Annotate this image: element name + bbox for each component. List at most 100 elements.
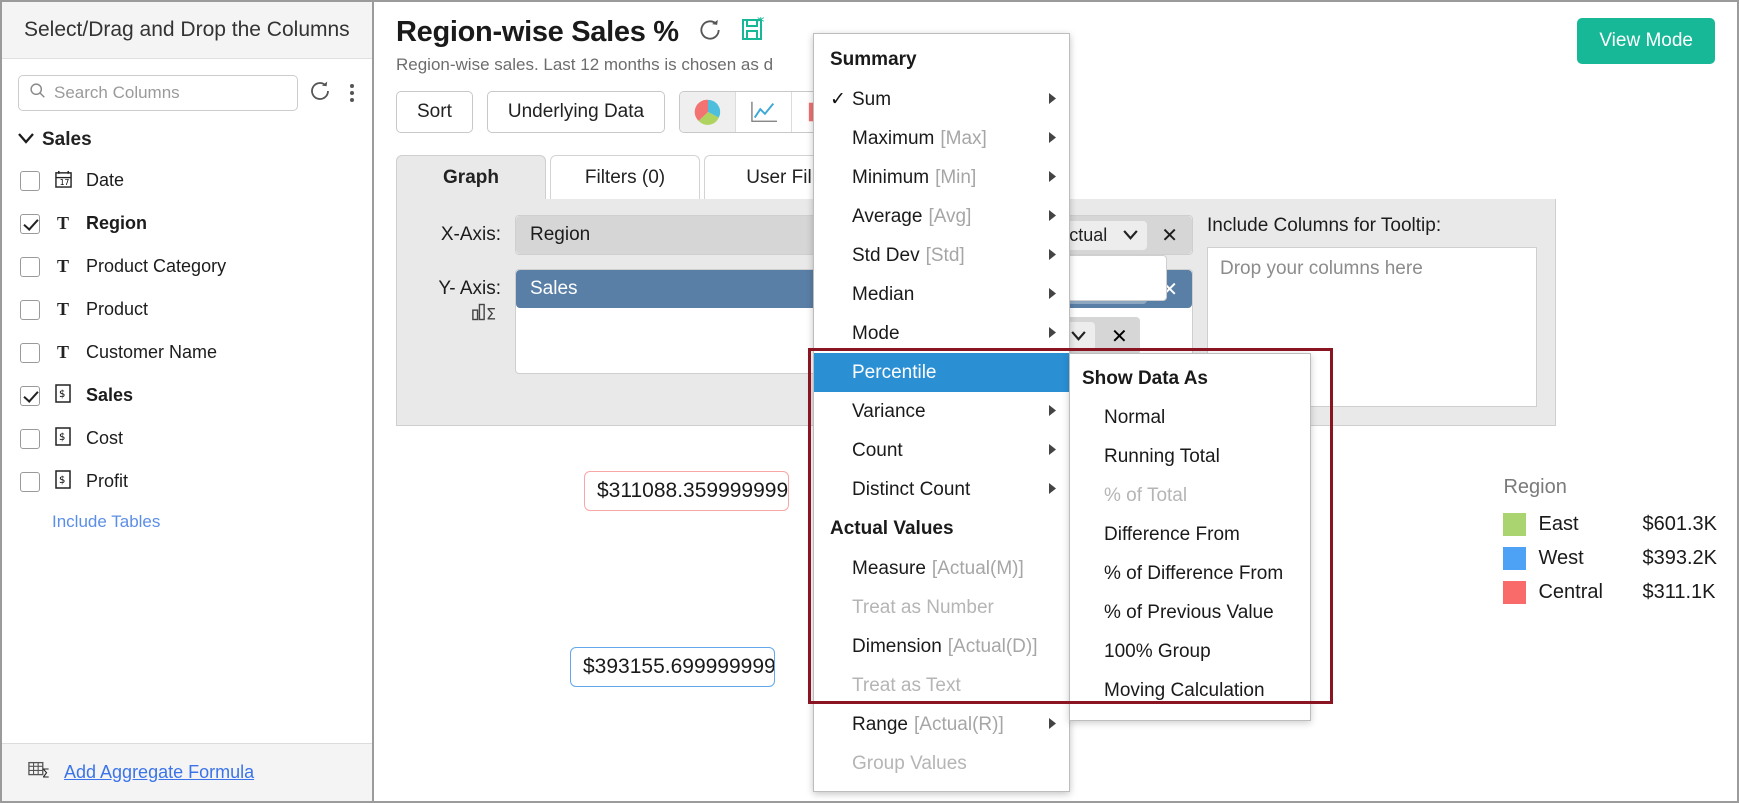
column-checkbox[interactable] [20,385,40,406]
view-mode-button[interactable]: View Mode [1577,18,1715,64]
menu-item-average[interactable]: Average [Avg] [814,197,1069,236]
chevron-right-icon [1048,209,1057,225]
column-checkbox[interactable] [20,342,40,363]
chevron-right-icon [1048,326,1057,342]
column-item[interactable]: $ Sales [2,374,372,417]
show-data-as-submenu[interactable]: Show Data As Normal Running Total % of Tot… [1069,353,1311,721]
underlying-data-button[interactable]: Underlying Data [486,91,666,133]
submenu-item-label: Running Total [1104,445,1220,467]
column-group-sales[interactable]: Sales [2,117,372,159]
svg-text:Σ: Σ [42,766,50,780]
refresh-icon[interactable] [308,79,332,108]
submenu-item-of-previous-value[interactable]: % of Previous Value [1070,593,1310,632]
menu-item-label: Measure [Actual(M)] [852,557,1024,579]
submenu-item-moving-calculation[interactable]: Moving Calculation [1070,671,1310,710]
column-type-icon: T [56,213,69,233]
submenu-item-label: % of Previous Value [1104,601,1274,623]
column-checkbox[interactable] [20,170,40,191]
menu-item-minimum[interactable]: Minimum [Min] [814,158,1069,197]
menu-item-measure[interactable]: Measure [Actual(M)] [814,549,1069,588]
submenu-item-of-difference-from[interactable]: % of Difference From [1070,554,1310,593]
svg-text:Σ: Σ [486,305,496,324]
legend-item[interactable]: Central $311.1K [1503,575,1717,609]
app-window: Select/Drag and Drop the Columns Search … [0,0,1739,803]
search-input[interactable]: Search Columns [18,75,298,111]
column-checkbox[interactable] [20,256,40,277]
menu-item-label: Dimension [Actual(D)] [852,635,1038,657]
menu-item-hint: [Max] [940,127,987,149]
menu-item-distinct-count[interactable]: Distinct Count [814,470,1069,509]
remove-x-axis-icon[interactable]: ✕ [1157,223,1182,248]
svg-text:$: $ [59,475,65,486]
data-label: $393155.699999999 [570,647,775,687]
menu-item-hint: [Actual(M)] [931,557,1024,579]
legend-value: $601.3K [1642,512,1717,535]
menu-item-median[interactable]: Median [814,275,1069,314]
column-item[interactable]: $ Profit [2,460,372,503]
menu-item-label: Count [852,439,903,461]
column-label: Cost [86,428,124,448]
x-axis-row: X-Axis: Region Actual ✕ [415,215,1193,255]
column-item[interactable]: 17 Date [2,159,372,202]
tab-graph[interactable]: Graph [396,155,546,199]
legend-item[interactable]: East $601.3K [1503,507,1717,541]
pie-chart-icon[interactable] [680,92,737,132]
svg-text:$: $ [59,389,65,400]
menu-item-percentile[interactable]: Percentile [814,353,1069,392]
summary-context-menu[interactable]: Summary ✓ Sum Maximum [Max] Minimum [Min] Aver… [813,33,1070,792]
submenu-item-label: % of Difference From [1104,562,1284,584]
column-checkbox[interactable] [20,471,40,492]
menu-item-range[interactable]: Range [Actual(R)] [814,705,1069,744]
column-checkbox[interactable] [20,213,40,234]
menu-item-dimension[interactable]: Dimension [Actual(D)] [814,627,1069,666]
menu-item-sum[interactable]: ✓ Sum [814,80,1069,119]
context-menu-actual-items: Measure [Actual(M)] Treat as Number Dimensi… [814,549,1069,783]
submenu-item-100-group[interactable]: 100% Group [1070,632,1310,671]
column-label: Customer Name [86,342,218,362]
column-label: Date [86,170,125,190]
refresh-icon[interactable] [697,17,723,48]
check-icon: ✓ [830,89,846,110]
menu-item-maximum[interactable]: Maximum [Max] [814,119,1069,158]
search-icon [29,82,46,104]
legend-value: $311.1K [1642,580,1716,603]
column-list: 17 Date T Region T Product Category T Product T C… [2,159,372,503]
column-group-label: Sales [42,129,92,150]
menu-item-variance[interactable]: Variance [814,392,1069,431]
sort-button[interactable]: Sort [396,91,473,133]
menu-item-label: Mode [852,322,900,344]
context-menu-items: ✓ Sum Maximum [Max] Minimum [Min] Average [Avg]… [814,80,1069,509]
aggregate-formula-icon[interactable]: Σ [415,300,501,330]
save-as-new-icon[interactable]: * [741,13,767,48]
column-item[interactable]: T Product [2,288,372,331]
legend-item[interactable]: West $393.2K [1503,541,1717,575]
line-chart-icon[interactable] [736,92,793,132]
menu-item-count[interactable]: Count [814,431,1069,470]
column-type-icon: $ [40,470,86,493]
column-type-icon: T [56,299,69,319]
chevron-right-icon [1048,404,1057,420]
menu-item-label: Percentile [852,361,937,383]
remove-secondary-icon[interactable]: ✕ [1107,324,1132,349]
menu-item-label: Distinct Count [852,478,971,500]
submenu-item-normal[interactable]: Normal [1070,398,1310,437]
column-item[interactable]: T Region [2,202,372,245]
submenu-item-difference-from[interactable]: Difference From [1070,515,1310,554]
submenu-item-label: % of Total [1104,484,1188,506]
column-item[interactable]: T Customer Name [2,331,372,374]
column-type-icon: T [56,256,69,276]
column-checkbox[interactable] [20,428,40,449]
chevron-right-icon [1048,287,1057,303]
add-aggregate-formula-link[interactable]: Add Aggregate Formula [64,762,254,783]
submenu-item-running-total[interactable]: Running Total [1070,437,1310,476]
chevron-right-icon [1048,92,1057,108]
chevron-down-icon [18,132,34,148]
column-item[interactable]: $ Cost [2,417,372,460]
menu-item-mode[interactable]: Mode [814,314,1069,353]
tab-filters-0[interactable]: Filters (0) [550,155,700,199]
include-tables-link[interactable]: Include Tables [52,512,160,532]
menu-item-std-dev[interactable]: Std Dev [Std] [814,236,1069,275]
column-checkbox[interactable] [20,299,40,320]
kebab-menu-icon[interactable] [342,80,362,106]
column-item[interactable]: T Product Category [2,245,372,288]
